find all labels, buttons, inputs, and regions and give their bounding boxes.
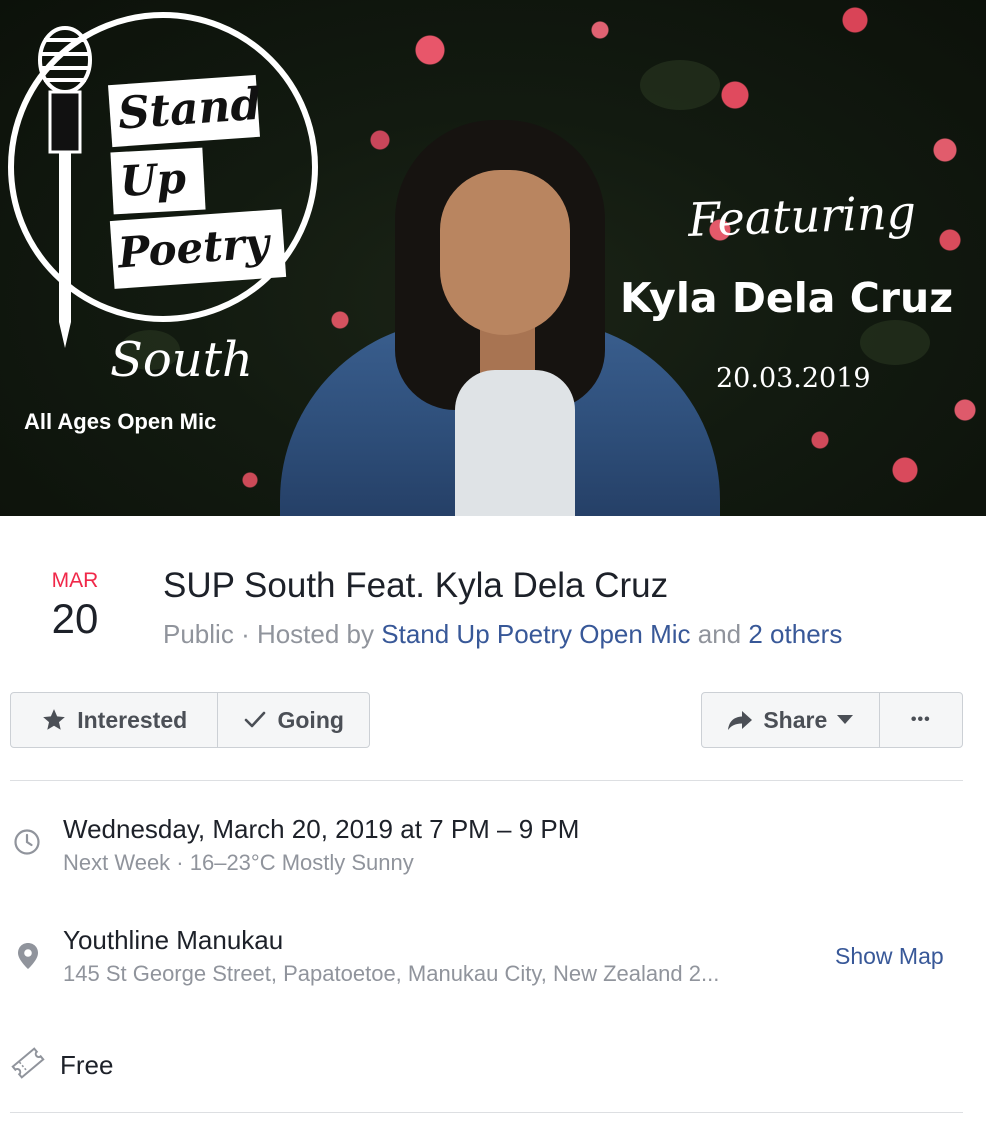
section-divider-bottom (10, 1112, 963, 1113)
logo-poetry-text: Poetry (116, 218, 271, 278)
foliage (860, 320, 930, 365)
clock-icon (14, 829, 40, 855)
event-datetime[interactable]: Wednesday, March 20, 2019 at 7 PM – 9 PM (63, 812, 579, 846)
logo-south-text: South (110, 332, 253, 388)
going-button[interactable]: Going (217, 693, 369, 747)
event-price: Free (60, 1050, 114, 1080)
logo-up-text: Up (118, 153, 188, 206)
share-button-group: Share ••• (701, 692, 963, 748)
show-map-link[interactable]: Show Map (835, 941, 944, 971)
rsvp-button-group: Interested Going (10, 692, 370, 748)
event-title: SUP South Feat. Kyla Dela Cruz (163, 566, 669, 605)
going-label: Going (277, 706, 344, 733)
more-options-button[interactable]: ••• (878, 693, 962, 747)
date-badge: MAR 20 (38, 568, 112, 644)
venue-name[interactable]: Youthline Manukau (63, 923, 283, 957)
microphone-icon (38, 26, 92, 348)
others-link[interactable]: 2 others (748, 619, 842, 649)
date-day: 20 (51, 595, 99, 642)
date-month: MAR (51, 569, 99, 592)
host-link[interactable]: Stand Up Poetry Open Mic (381, 619, 690, 649)
interested-label: Interested (77, 706, 188, 733)
featured-name: Kyla Dela Cruz (620, 274, 954, 322)
caret-down-icon (837, 715, 854, 724)
foliage (640, 60, 720, 110)
venue-address: 145 St George Street, Papatoetoe, Manuka… (63, 961, 720, 986)
checkmark-icon (245, 711, 266, 728)
logo-up-box: Up (110, 147, 206, 215)
share-arrow-icon (728, 711, 753, 730)
and-text: and (697, 619, 742, 649)
logo-stand-box: Stand (108, 74, 263, 148)
logo-poetry-box: Poetry (109, 209, 287, 289)
interested-button[interactable]: Interested (11, 693, 217, 747)
logo-stand-text: Stand (116, 78, 263, 140)
event-datetime-sub: Next Week · 16–23°C Mostly Sunny (63, 850, 414, 875)
cover-photo[interactable]: Stand Up Poetry South All Ages Open Mic … (0, 0, 986, 516)
privacy-label: Public (163, 619, 234, 649)
poster-date: 20.03.2019 (716, 363, 871, 394)
hosted-by-prefix: · Hosted by (241, 619, 375, 649)
logo-tagline: All Ages Open Mic (24, 409, 217, 434)
star-icon (43, 709, 66, 730)
map-pin-icon (18, 943, 38, 969)
person-shirt (455, 370, 575, 516)
more-options-label: ••• (910, 711, 931, 728)
ticket-icon (11, 1047, 45, 1079)
share-button[interactable]: Share (702, 693, 879, 747)
person-face (440, 170, 570, 335)
featuring-label: Featuring (687, 185, 917, 247)
share-label: Share (763, 706, 828, 733)
event-meta: Public · Hosted by Stand Up Poetry Open … (163, 617, 842, 651)
section-divider (10, 780, 963, 781)
